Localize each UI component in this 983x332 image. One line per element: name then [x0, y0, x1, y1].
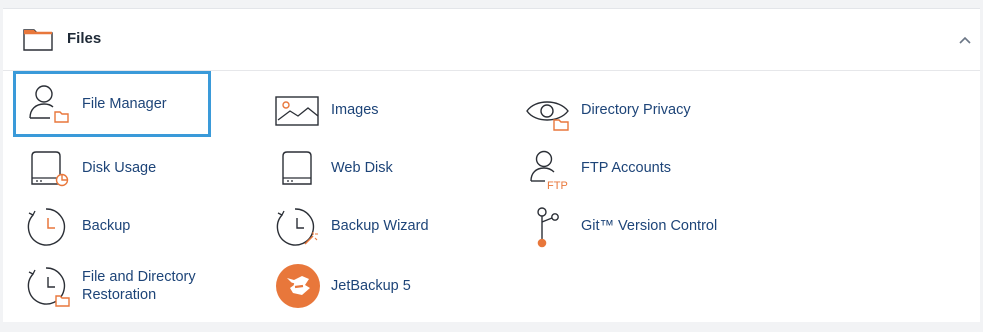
- jetbackup-icon: [276, 264, 320, 308]
- item-label: Web Disk: [331, 160, 393, 176]
- item-label: JetBackup 5: [331, 278, 411, 294]
- file-manager-icon: [29, 85, 69, 123]
- images-link[interactable]: Images: [265, 84, 485, 136]
- ftp-icon-text: FTP: [547, 180, 568, 192]
- item-label: Backup: [82, 218, 131, 234]
- disk-usage-icon: [31, 151, 69, 187]
- backup-link[interactable]: Backup: [16, 200, 236, 252]
- disk-usage-link[interactable]: Disk Usage: [16, 142, 236, 194]
- file-manager-link[interactable]: File Manager: [13, 71, 211, 137]
- web-disk-link[interactable]: Web Disk: [265, 142, 485, 194]
- item-label: Disk Usage: [82, 160, 157, 176]
- jetbackup-link[interactable]: JetBackup 5: [265, 259, 485, 313]
- file-directory-restoration-icon: [27, 267, 70, 307]
- chevron-up-icon[interactable]: [958, 33, 972, 47]
- item-label: File and Directory Restoration: [82, 269, 196, 303]
- images-icon: [275, 96, 319, 126]
- item-label: Images: [331, 102, 379, 118]
- backup-icon: [27, 208, 66, 246]
- backup-wizard-link[interactable]: Backup Wizard: [265, 200, 485, 252]
- backup-wizard-icon: [276, 208, 318, 246]
- item-label: Backup Wizard: [331, 218, 429, 234]
- item-label: File Manager: [82, 96, 167, 112]
- ftp-accounts-link[interactable]: FTP FTP Accounts: [515, 142, 755, 194]
- folder-icon: [23, 29, 53, 51]
- item-label: FTP Accounts: [581, 160, 671, 176]
- item-label: Directory Privacy: [581, 102, 691, 118]
- git-version-control-icon: [537, 207, 559, 248]
- item-label: Git™ Version Control: [581, 218, 718, 234]
- file-directory-restoration-link[interactable]: File and Directory Restoration: [16, 259, 246, 313]
- git-version-control-link[interactable]: Git™ Version Control: [515, 200, 775, 252]
- directory-privacy-icon: [526, 101, 569, 131]
- files-panel: Files File Manager Images Directory Priv…: [3, 8, 980, 322]
- web-disk-icon: [282, 151, 312, 185]
- ftp-accounts-icon: FTP: [530, 150, 568, 192]
- files-section-header[interactable]: Files: [3, 9, 980, 71]
- section-title: Files: [67, 30, 102, 47]
- directory-privacy-link[interactable]: Directory Privacy: [515, 84, 755, 136]
